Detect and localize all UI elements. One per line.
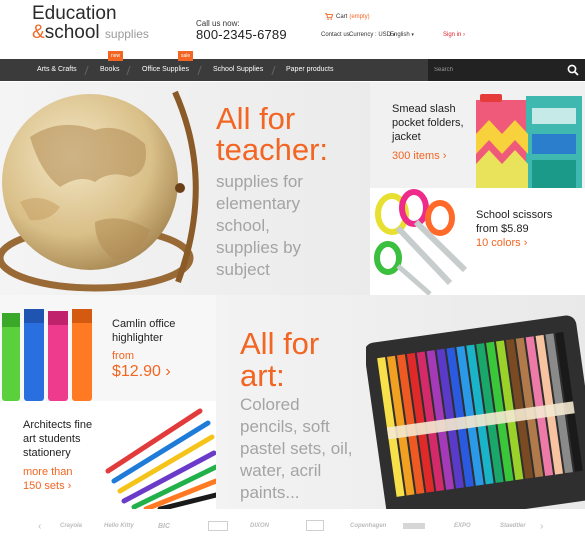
teacher-sub-line2: elementary — [216, 194, 301, 213]
pens-image — [105, 408, 216, 509]
art-sub-line5: paints... — [240, 483, 300, 502]
logo-ampersand: & — [32, 22, 45, 43]
banner-architects-stationery[interactable]: Architects fine art students stationery … — [0, 401, 216, 509]
sign-in-label: Sign in — [443, 32, 462, 38]
smead-title-line3: jacket — [392, 131, 421, 143]
art-sub-line2: pencils, soft — [240, 417, 330, 436]
highlighters-image — [2, 309, 92, 401]
brand-logo-unknown[interactable] — [208, 521, 228, 531]
scissors-title-line2: from $5.89 — [476, 223, 529, 235]
banner-teacher[interactable]: All for teacher: supplies for elementary… — [0, 82, 370, 295]
scissors-image — [374, 189, 468, 295]
search-icon[interactable] — [567, 64, 579, 76]
teacher-sub-line3: school, — [216, 216, 270, 235]
brands-carousel — [0, 509, 585, 549]
teacher-sub-line1: supplies for — [216, 172, 303, 191]
contact-us-link[interactable]: Contact us — [321, 32, 350, 38]
nav-item-paper-products[interactable]: Paper products — [286, 59, 333, 81]
language-select[interactable]: English ▾ — [390, 32, 414, 38]
chevron-down-icon: ▾ — [411, 32, 414, 38]
brand-logo-crayola[interactable]: Crayola — [60, 523, 82, 529]
brand-logo-expo[interactable]: EXPO — [454, 523, 471, 529]
smead-title-line1: Smead slash — [392, 103, 456, 115]
banner-camlin-highlighter[interactable]: Camlin office highlighter from $12.90 › — [0, 295, 216, 401]
nav-item-school-supplies[interactable]: School Supplies — [213, 59, 263, 81]
teacher-sub-line5: subject — [216, 260, 270, 279]
scissors-title-line1: School scissors — [476, 209, 553, 221]
colored-pencils-image — [366, 315, 585, 509]
nav-item-office-supplies[interactable]: Office Supplies — [142, 59, 189, 81]
art-sub-line1: Colored — [240, 395, 300, 414]
art-sub-line3: pastel sets, oil, — [240, 439, 353, 458]
nav-item-books[interactable]: Books — [100, 59, 119, 81]
banner-art[interactable]: All for art: Colored pencils, soft paste… — [216, 295, 585, 509]
architects-title-line1: Architects fine — [23, 419, 93, 431]
architects-title-line2: art students — [23, 433, 81, 445]
scissors-colors-link[interactable]: 10 colors › — [476, 236, 527, 250]
teacher-sub-line4: supplies by — [216, 238, 302, 257]
brands-next-arrow[interactable]: › — [540, 521, 543, 532]
globe-image — [0, 90, 199, 292]
architects-title-line3: stationery — [23, 447, 71, 459]
currency-select[interactable]: Currency : USD ▾ — [349, 32, 395, 38]
brand-logo-hello-kitty[interactable]: Hello Kitty — [104, 523, 134, 529]
cart-link[interactable]: Cart (empty) — [325, 13, 370, 20]
currency-value: Currency : USD — [349, 32, 392, 38]
art-title-line1: All for — [240, 326, 320, 361]
brand-logo-bic[interactable]: BIC — [158, 523, 170, 530]
camlin-title-line1: Camlin office — [112, 318, 176, 330]
logo-line-school[interactable]: &school supplies — [32, 22, 149, 44]
teacher-title-line1: All for — [216, 101, 296, 136]
brand-logo-dixon[interactable]: DIXON — [250, 523, 269, 529]
cart-label: Cart — [336, 14, 348, 21]
camlin-price-link[interactable]: $12.90 › — [112, 363, 171, 381]
teacher-title-line2: teacher: — [216, 132, 329, 167]
smead-title-line2: pocket folders, — [392, 117, 464, 129]
art-title-line2: art: — [240, 358, 285, 393]
cart-icon — [325, 13, 333, 20]
architects-sets-link-line1[interactable]: more than — [23, 465, 73, 479]
banner-smead-folders[interactable]: Smead slash pocket folders, jacket 300 i… — [370, 82, 585, 188]
search-input[interactable] — [434, 65, 554, 75]
brand-logo-staedtler[interactable]: Staedtler — [500, 523, 526, 529]
camlin-from-label: from — [112, 350, 134, 362]
camlin-title-line2: highlighter — [112, 332, 163, 344]
sign-in-link[interactable]: Sign in › — [443, 32, 465, 38]
phone-number: 800-2345-6789 — [196, 27, 287, 42]
brand-logo-copenhagen[interactable]: Copenhagen — [350, 523, 386, 529]
folders-image — [476, 94, 582, 188]
brand-logo-unknown[interactable] — [403, 523, 425, 529]
nav-item-arts-crafts[interactable]: Arts & Crafts — [37, 59, 77, 81]
brand-logo-unknown[interactable] — [306, 520, 324, 531]
logo-supplies-word: supplies — [104, 27, 149, 41]
chevron-right-icon: › — [463, 32, 466, 38]
cart-status: (empty) — [349, 14, 370, 21]
logo-school-word: school — [44, 22, 100, 43]
language-value: English — [390, 32, 410, 38]
smead-items-link[interactable]: 300 items › — [392, 149, 446, 163]
art-sub-line4: water, acril — [240, 461, 322, 480]
brands-prev-arrow[interactable]: ‹ — [38, 521, 41, 532]
banner-scissors[interactable]: School scissors from $5.89 10 colors › — [370, 188, 585, 295]
architects-sets-link-line2[interactable]: 150 sets › — [23, 479, 71, 493]
